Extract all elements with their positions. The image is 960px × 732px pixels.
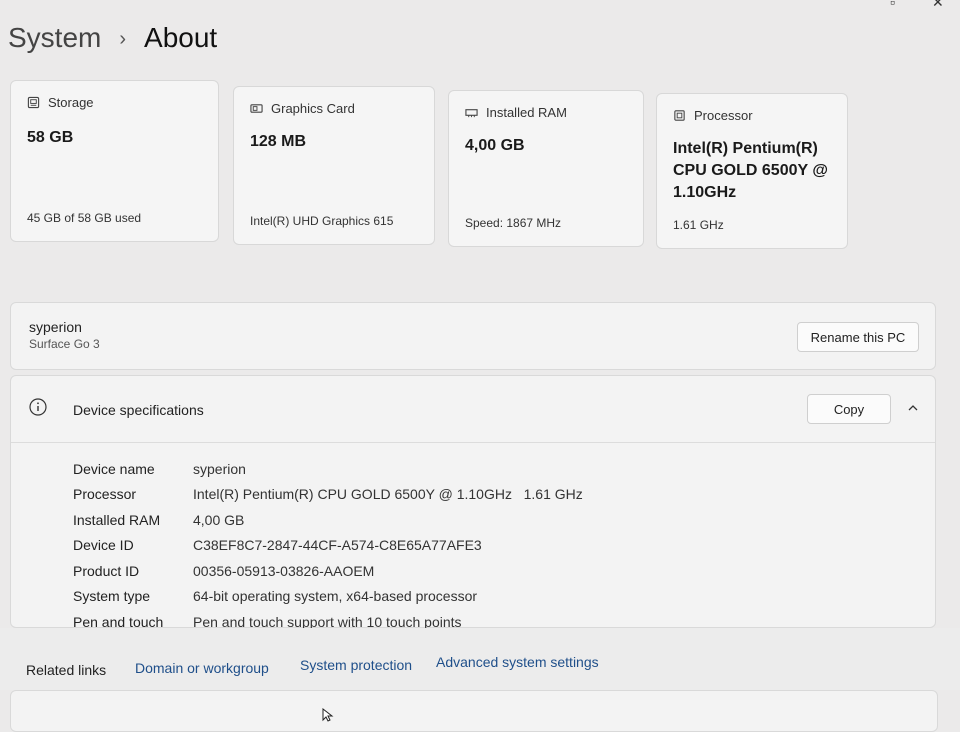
spec-value: 00356-05913-03826-AAOEM xyxy=(193,562,375,579)
spec-row-device-name: Device name syperion xyxy=(73,456,583,482)
storage-label: Storage xyxy=(48,95,94,110)
graphics-card-icon xyxy=(250,104,263,113)
spec-label: Device ID xyxy=(73,537,134,554)
graphics-card-value: 128 MB xyxy=(250,133,307,150)
spec-value: 4,00 GB xyxy=(193,511,245,528)
system-protection-link[interactable]: System protection xyxy=(300,657,412,673)
graphics-card[interactable]: Graphics Card 128 MB Intel(R) UHD Graphi… xyxy=(233,86,435,245)
copy-button[interactable]: Copy xyxy=(807,394,891,424)
advanced-system-settings-link[interactable]: Advanced system settings xyxy=(436,654,599,670)
breadcrumb-separator: › xyxy=(119,27,127,50)
device-specifications-title: Device specifications xyxy=(73,402,204,418)
spec-value: syperion xyxy=(193,460,246,477)
installed-ram-detail: Speed: 1867 MHz xyxy=(465,216,562,230)
spec-label: Device name xyxy=(73,460,155,477)
installed-ram-value: 4,00 GB xyxy=(465,137,525,154)
related-links-bar: Related links Domain or workgroup System… xyxy=(0,628,960,690)
spec-row-processor: Processor Intel(R) Pentium(R) CPU GOLD 65… xyxy=(73,482,583,508)
spec-label: Processor xyxy=(73,486,137,503)
maximize-icon[interactable]: ▫ xyxy=(890,0,895,10)
ram-icon xyxy=(465,109,478,118)
storage-detail: 45 GB of 58 GB used xyxy=(27,211,142,225)
spec-row-system-type: System type 64-bit operating system, x64-… xyxy=(73,584,583,610)
processor-card[interactable]: Processor Intel(R) Pentium(R) CPU GOLD 6… xyxy=(656,93,848,249)
info-icon xyxy=(29,398,47,416)
graphics-card-detail: Intel(R) UHD Graphics 615 xyxy=(250,214,394,228)
processor-value: Intel(R) Pentium(R) CPU GOLD 6500Y @ 1.1… xyxy=(673,140,828,201)
close-icon[interactable]: ✕ xyxy=(932,0,944,11)
domain-or-workgroup-link[interactable]: Domain or workgroup xyxy=(135,660,269,676)
spec-label: Product ID xyxy=(73,562,140,579)
pc-name-panel: syperion Surface Go 3 Rename this PC xyxy=(10,302,936,370)
processor-icon xyxy=(674,110,685,121)
installed-ram-card[interactable]: Installed RAM 4,00 GB Speed: 1867 MHz xyxy=(448,90,644,247)
storage-icon xyxy=(27,96,40,109)
spec-label: Installed RAM xyxy=(73,511,161,528)
breadcrumb: System › About xyxy=(8,22,217,54)
processor-detail: 1.61 GHz xyxy=(673,218,724,232)
next-settings-panel[interactable] xyxy=(10,690,938,732)
spec-row-installed-ram: Installed RAM 4,00 GB xyxy=(73,507,583,533)
spec-value: C38EF8C7-2847-44CF-A574-C8E65A77AFE3 xyxy=(193,537,482,554)
chevron-up-icon[interactable] xyxy=(907,402,919,414)
spec-row-device-id: Device ID C38EF8C7-2847-44CF-A574-C8E65A7… xyxy=(73,533,583,559)
pc-model: Surface Go 3 xyxy=(29,337,100,351)
processor-label: Processor xyxy=(694,108,753,123)
graphics-card-label: Graphics Card xyxy=(271,101,355,116)
spec-list: Device name syperion Processor Intel(R) Pe… xyxy=(73,456,583,635)
spec-row-product-id: Product ID 00356-05913-03826-AAOEM xyxy=(73,558,583,584)
spec-label: System type xyxy=(73,588,151,605)
device-specifications-panel: Device specifications Copy Device name sy… xyxy=(10,375,936,630)
pc-name: syperion xyxy=(29,319,82,335)
storage-card[interactable]: Storage 58 GB 45 GB of 58 GB used xyxy=(10,80,219,242)
related-links-label: Related links xyxy=(26,662,107,678)
breadcrumb-system-link[interactable]: System xyxy=(8,22,101,54)
spec-value: Intel(R) Pentium(R) CPU GOLD 6500Y @ 1.1… xyxy=(193,486,583,503)
storage-value: 58 GB xyxy=(27,129,74,146)
page-title: About xyxy=(144,22,218,53)
spec-value: 64-bit operating system, x64-based proce… xyxy=(193,588,478,605)
installed-ram-label: Installed RAM xyxy=(486,105,567,120)
rename-pc-button[interactable]: Rename this PC xyxy=(797,322,919,352)
device-specifications-header[interactable]: Device specifications Copy xyxy=(11,376,935,443)
